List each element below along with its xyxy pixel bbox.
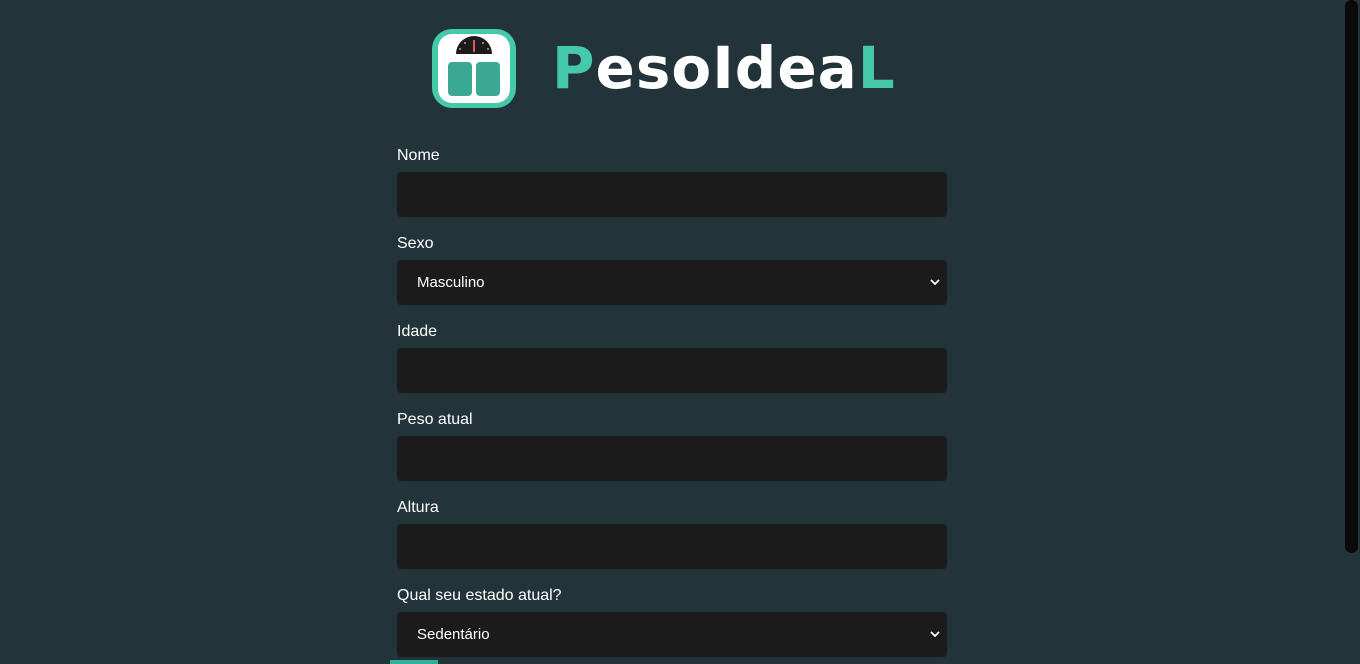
submit-button-edge[interactable] [390, 660, 438, 664]
sexo-label: Sexo [397, 235, 434, 252]
scale-icon [430, 26, 518, 110]
estado-selected-value: Sedentário [417, 626, 490, 643]
brand-letter-l: L [857, 34, 896, 102]
altura-input[interactable] [397, 524, 947, 569]
chevron-down-icon [930, 631, 940, 638]
sexo-selected-value: Masculino [417, 274, 485, 291]
header: PesoIdeaL [430, 26, 896, 110]
idade-label: Idade [397, 323, 438, 340]
peso-atual-label: Peso atual [397, 411, 473, 428]
scrollbar[interactable] [1344, 0, 1360, 664]
brand-logo-text: PesoIdeaL [552, 39, 896, 97]
page: PesoIdeaL Nome Sexo Masculino Idade Peso… [0, 0, 1360, 664]
sexo-select[interactable]: Masculino [397, 260, 947, 305]
scrollbar-thumb[interactable] [1345, 0, 1358, 553]
weight-form: Nome Sexo Masculino Idade Peso atual Alt… [397, 146, 947, 664]
estado-label: Qual seu estado atual? [397, 587, 562, 604]
nome-label: Nome [397, 147, 440, 164]
brand-letter-p: P [552, 34, 596, 102]
peso-atual-input[interactable] [397, 436, 947, 481]
idade-input[interactable] [397, 348, 947, 393]
estado-select[interactable]: Sedentário [397, 612, 947, 657]
altura-label: Altura [397, 499, 439, 516]
chevron-down-icon [930, 279, 940, 286]
brand-name-middle: esoIdea [595, 34, 858, 102]
nome-input[interactable] [397, 172, 947, 217]
